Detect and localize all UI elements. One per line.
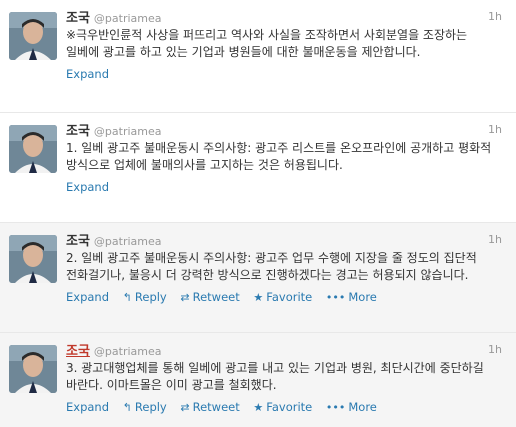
author-fullname[interactable]: 조국: [66, 344, 90, 359]
star-icon: ★: [253, 291, 264, 304]
more-dots-icon: •••: [325, 291, 346, 304]
reply-label: Reply: [134, 290, 167, 304]
retweet-label: Retweet: [192, 290, 240, 304]
retweet-icon: ⇄: [180, 291, 190, 304]
tweet-timestamp[interactable]: 1h: [488, 341, 502, 359]
tweet-text: 2. 일베 광고주 불매운동시 주의사항: 광고주 업무 수행에 지장을 줄 정…: [66, 251, 477, 282]
expand-link[interactable]: Expand: [66, 400, 109, 414]
tweet-timeline: 조국 @patriamea 1h ※극우반인륜적 사상을 퍼뜨리고 역사와 사실을…: [0, 0, 516, 427]
star-icon: ★: [253, 401, 264, 414]
more-label: More: [348, 400, 377, 414]
tweet-timestamp[interactable]: 1h: [488, 8, 502, 26]
tweet-content: 조국 @patriamea 1h 1. 일베 광고주 불매운동시 주의사항: 광고…: [66, 121, 502, 195]
retweet-button[interactable]: ⇄ Retweet: [180, 290, 239, 304]
retweet-button[interactable]: ⇄ Retweet: [180, 400, 239, 414]
reply-button[interactable]: ↰ Reply: [123, 400, 167, 414]
more-dots-icon: •••: [325, 401, 346, 414]
favorite-button[interactable]: ★ Favorite: [253, 290, 312, 304]
tweet-item[interactable]: 조국 @patriamea 1h ※극우반인륜적 사상을 퍼뜨리고 역사와 사실을…: [0, 0, 516, 113]
more-button[interactable]: ••• More: [326, 400, 377, 414]
tweet-content: 조국 @patriamea 1h ※극우반인륜적 사상을 퍼뜨리고 역사와 사실을…: [66, 8, 502, 82]
tweet-item[interactable]: 조국 @patriamea 1h 2. 일베 광고주 불매운동시 주의사항: 광고…: [0, 223, 516, 333]
reply-arrow-icon: ↰: [122, 291, 132, 304]
tweet-item[interactable]: 조국 @patriamea 1h 3. 광고대행업체를 통해 일베에 광고를 내고…: [0, 333, 516, 427]
tweet-header: 조국 @patriamea 1h: [66, 8, 502, 26]
avatar[interactable]: [9, 345, 57, 393]
avatar[interactable]: [9, 125, 57, 173]
tweet-header: 조국 @patriamea 1h: [66, 121, 502, 139]
author-fullname[interactable]: 조국: [66, 124, 90, 139]
tweet-timestamp[interactable]: 1h: [488, 231, 502, 249]
reply-label: Reply: [134, 400, 167, 414]
tweet-item[interactable]: 조국 @patriamea 1h 1. 일베 광고주 불매운동시 주의사항: 광고…: [0, 113, 516, 223]
avatar[interactable]: [9, 12, 57, 60]
tweet-text: 1. 일베 광고주 불매운동시 주의사항: 광고주 리스트를 온오프라인에 공개…: [66, 141, 492, 172]
tweet-content: 조국 @patriamea 1h 3. 광고대행업체를 통해 일베에 광고를 내고…: [66, 341, 502, 415]
tweet-actions: Expand ↰ Reply ⇄ Retweet ★ Favorite ••• More: [66, 399, 502, 415]
expand-link[interactable]: Expand: [66, 180, 109, 194]
favorite-button[interactable]: ★ Favorite: [253, 400, 312, 414]
tweet-actions: Expand: [66, 179, 502, 195]
more-label: More: [348, 290, 377, 304]
author-username[interactable]: @patriamea: [94, 345, 162, 358]
tweet-text: ※극우반인륜적 사상을 퍼뜨리고 역사와 사실을 조작하면서 사회분열을 조장하…: [66, 28, 468, 59]
avatar[interactable]: [9, 235, 57, 283]
retweet-icon: ⇄: [180, 401, 190, 414]
favorite-label: Favorite: [266, 290, 313, 304]
tweet-header: 조국 @patriamea 1h: [66, 231, 502, 249]
author-fullname[interactable]: 조국: [66, 234, 90, 249]
tweet-timestamp[interactable]: 1h: [488, 121, 502, 139]
reply-button[interactable]: ↰ Reply: [123, 290, 167, 304]
tweet-content: 조국 @patriamea 1h 2. 일베 광고주 불매운동시 주의사항: 광고…: [66, 231, 502, 305]
author-username[interactable]: @patriamea: [94, 125, 162, 138]
tweet-text: 3. 광고대행업체를 통해 일베에 광고를 내고 있는 기업과 병원, 최단시간…: [66, 361, 484, 392]
retweet-label: Retweet: [192, 400, 240, 414]
author-username[interactable]: @patriamea: [94, 235, 162, 248]
more-button[interactable]: ••• More: [326, 290, 377, 304]
author-fullname[interactable]: 조국: [66, 11, 90, 26]
favorite-label: Favorite: [266, 400, 313, 414]
expand-link[interactable]: Expand: [66, 67, 109, 81]
expand-link[interactable]: Expand: [66, 290, 109, 304]
author-username[interactable]: @patriamea: [94, 12, 162, 25]
tweet-header: 조국 @patriamea 1h: [66, 341, 502, 359]
tweet-actions: Expand: [66, 66, 502, 82]
tweet-actions: Expand ↰ Reply ⇄ Retweet ★ Favorite ••• More: [66, 289, 502, 305]
reply-arrow-icon: ↰: [122, 401, 132, 414]
